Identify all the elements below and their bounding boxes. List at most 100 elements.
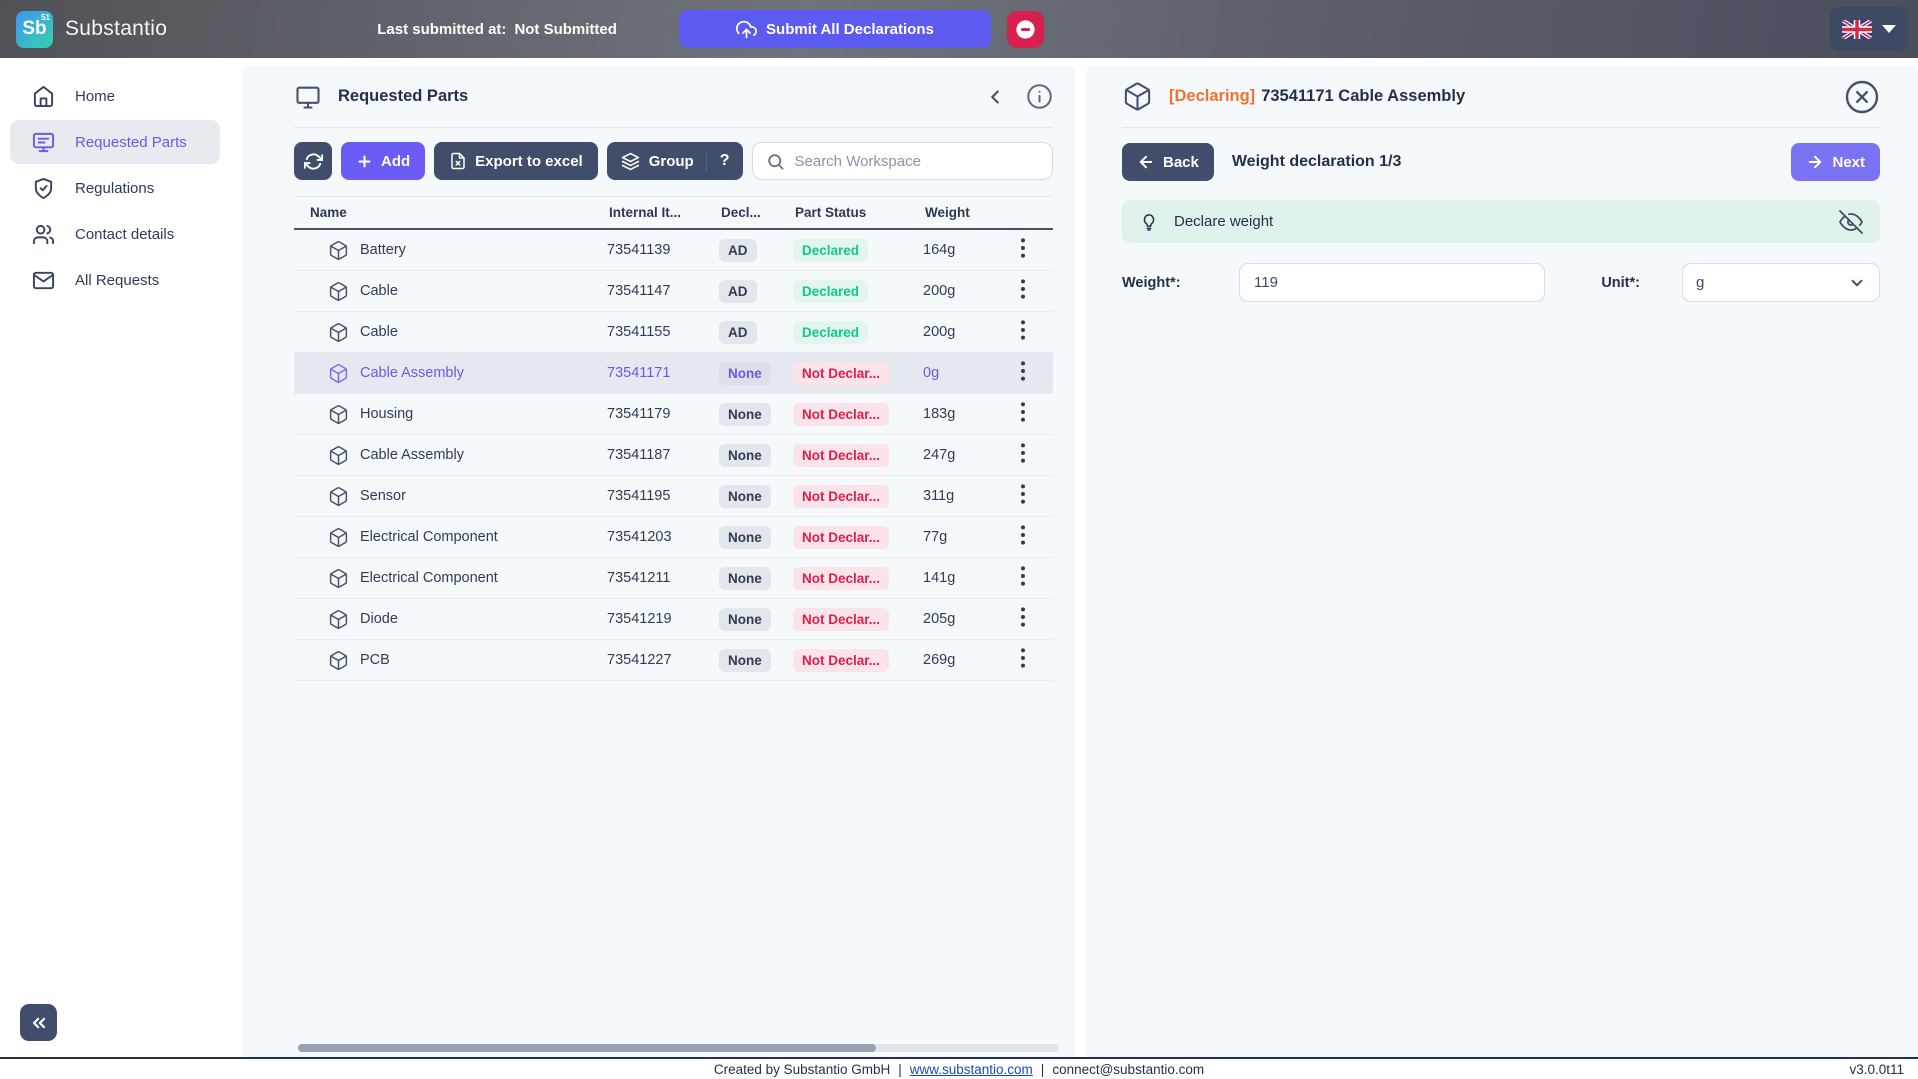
sidebar-item-regulations[interactable]: Regulations <box>10 166 220 210</box>
top-bar: Sb 51 Substantio Last submitted at: Not … <box>0 0 1918 58</box>
part-cube-icon <box>328 609 349 630</box>
submit-all-declarations-button[interactable]: Submit All Declarations <box>678 10 991 48</box>
scrollbar-thumb[interactable] <box>298 1044 877 1052</box>
weight-label: Weight*: <box>1122 274 1181 291</box>
part-name: Housing <box>360 406 414 422</box>
column-header-weight: Weight <box>925 205 970 220</box>
weight-input[interactable] <box>1239 263 1545 302</box>
table-row[interactable]: Cable Assembly 73541171 None Not Declar.… <box>294 353 1053 394</box>
part-status-badge: Declared <box>793 238 869 262</box>
declaration-badge: None <box>719 443 771 467</box>
app-name: Substantio <box>65 17 168 40</box>
plus-icon <box>356 153 373 170</box>
row-menu-button[interactable] <box>1009 357 1037 385</box>
submit-all-label: Submit All Declarations <box>766 20 934 38</box>
declaration-badge: None <box>719 648 771 672</box>
row-menu-button[interactable] <box>1009 480 1037 508</box>
home-icon <box>32 85 55 108</box>
sidebar-item-label: Home <box>75 87 116 105</box>
footer-website-link[interactable]: www.substantio.com <box>910 1062 1033 1077</box>
table-row[interactable]: Electrical Component 73541211 None Not D… <box>294 558 1053 599</box>
table-row[interactable]: Battery 73541139 AD Declared 164g <box>294 230 1053 271</box>
last-submitted-value: Not Submitted <box>514 20 617 38</box>
part-status-badge: Not Declar... <box>793 648 890 672</box>
hide-hint-button[interactable] <box>1839 209 1863 234</box>
part-cube-icon <box>328 527 349 548</box>
part-name: PCB <box>360 652 390 668</box>
sidebar-item-all-requests[interactable]: All Requests <box>10 258 220 302</box>
row-menu-button[interactable] <box>1009 603 1037 631</box>
part-weight: 200g <box>923 283 956 299</box>
declaration-badge: None <box>719 566 771 590</box>
table-row[interactable]: Housing 73541179 None Not Declar... 183g <box>294 394 1053 435</box>
next-button[interactable]: Next <box>1791 143 1880 181</box>
part-cube-icon <box>328 650 349 671</box>
info-icon[interactable] <box>1026 83 1053 110</box>
footer-separator: | <box>898 1061 902 1077</box>
group-button[interactable]: Group <box>607 142 706 180</box>
internal-item-number: 73541147 <box>607 283 671 299</box>
export-to-excel-button[interactable]: Export to excel <box>434 142 598 180</box>
declare-weight-hint: Declare weight <box>1122 200 1880 243</box>
table-row[interactable]: Electrical Component 73541203 None Not D… <box>294 517 1053 558</box>
internal-item-number: 73541203 <box>607 529 672 545</box>
row-menu-button[interactable] <box>1009 316 1037 344</box>
internal-item-number: 73541227 <box>607 652 672 668</box>
row-menu-button[interactable] <box>1009 562 1037 590</box>
requested-parts-panel: Requested Parts Add Export to excel Grou… <box>242 66 1075 1057</box>
parts-toolbar: Add Export to excel Group ? <box>294 142 1053 180</box>
back-label: Back <box>1163 153 1199 171</box>
group-help-button[interactable]: ? <box>707 142 743 180</box>
internal-item-number: 73541139 <box>607 242 671 258</box>
row-menu-button[interactable] <box>1009 275 1037 303</box>
unit-select[interactable]: g <box>1682 263 1880 302</box>
row-menu-button[interactable] <box>1009 234 1037 262</box>
language-selector[interactable] <box>1830 7 1908 51</box>
column-header-internal-item: Internal It... <box>609 205 682 220</box>
logo-badge: Sb 51 <box>16 10 53 48</box>
sidebar-item-label: All Requests <box>75 271 160 289</box>
search-box <box>751 142 1053 180</box>
table-row[interactable]: Sensor 73541195 None Not Declar... 311g <box>294 476 1053 517</box>
collapse-panel-button[interactable] <box>984 86 1006 108</box>
add-button[interactable]: Add <box>341 142 426 180</box>
sidebar-item-contact-details[interactable]: Contact details <box>10 212 220 256</box>
stop-button[interactable] <box>1006 10 1044 48</box>
weight-form: Weight*: Unit*: g <box>1122 263 1880 302</box>
table-row[interactable]: Diode 73541219 None Not Declar... 205g <box>294 599 1053 640</box>
table-row[interactable]: Cable 73541155 AD Declared 200g <box>294 312 1053 353</box>
table-header: Name Internal It... Decl... Part Status … <box>294 196 1053 230</box>
part-cube-icon <box>328 404 349 425</box>
panel-title: Requested Parts <box>338 87 469 105</box>
horizontal-scrollbar[interactable] <box>298 1044 1059 1052</box>
chevron-down-icon <box>1882 25 1896 33</box>
shield-check-icon <box>32 177 55 200</box>
part-weight: 269g <box>923 652 956 668</box>
row-menu-button[interactable] <box>1009 439 1037 467</box>
sidebar-item-requested-parts[interactable]: Requested Parts <box>10 120 220 164</box>
refresh-button[interactable] <box>294 142 332 180</box>
table-row[interactable]: PCB 73541227 None Not Declar... 269g <box>294 640 1053 681</box>
back-button[interactable]: Back <box>1122 143 1214 181</box>
part-weight: 164g <box>923 242 956 258</box>
sidebar-item-home[interactable]: Home <box>10 74 220 118</box>
internal-item-number: 73541211 <box>607 570 671 586</box>
row-menu-button[interactable] <box>1009 521 1037 549</box>
internal-item-number: 73541219 <box>607 611 672 627</box>
sidebar-collapse-button[interactable] <box>20 1004 57 1041</box>
internal-item-number: 73541155 <box>607 324 671 340</box>
declaration-badge: AD <box>719 279 757 303</box>
declaration-badge: None <box>719 361 771 385</box>
row-menu-button[interactable] <box>1009 398 1037 426</box>
table-row[interactable]: Cable 73541147 AD Declared 200g <box>294 271 1053 312</box>
part-name: Cable <box>360 324 398 340</box>
declaration-panel: [Declaring] 73541171 Cable Assembly Back… <box>1086 66 1918 1057</box>
table-row[interactable]: Cable Assembly 73541187 None Not Declar.… <box>294 435 1053 476</box>
declaration-badge: None <box>719 607 771 631</box>
layers-icon <box>621 152 640 171</box>
close-panel-button[interactable] <box>1844 79 1880 115</box>
arrow-left-icon <box>1137 153 1155 171</box>
monitor-icon <box>32 131 55 154</box>
row-menu-button[interactable] <box>1009 644 1037 672</box>
search-input[interactable] <box>794 152 1039 170</box>
